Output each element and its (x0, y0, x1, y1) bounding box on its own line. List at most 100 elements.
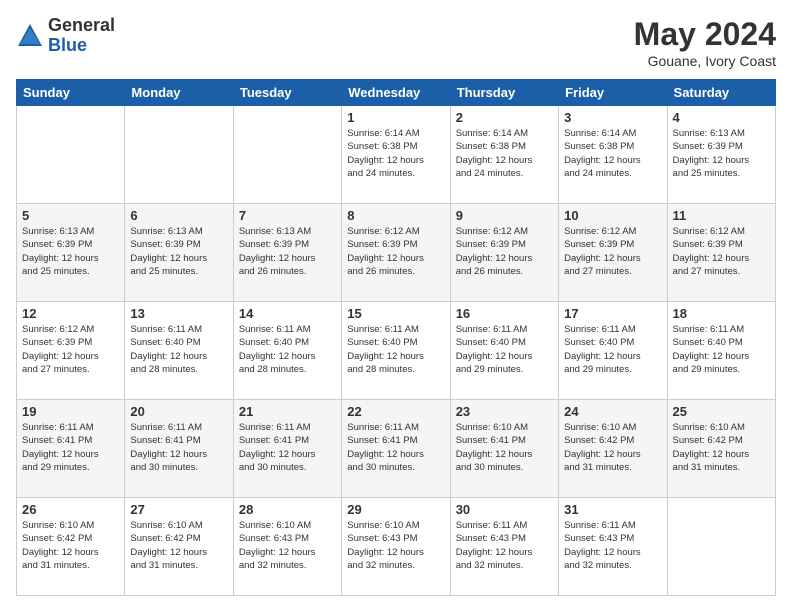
table-row: 2 Sunrise: 6:14 AM Sunset: 6:38 PM Daylig… (450, 106, 558, 204)
day-number: 7 (239, 208, 336, 223)
col-sunday: Sunday (17, 80, 125, 106)
table-row: 15Sunrise: 6:11 AM Sunset: 6:40 PM Dayli… (342, 302, 450, 400)
day-info: Sunrise: 6:12 AM Sunset: 6:39 PM Dayligh… (347, 225, 444, 278)
table-row: 9 Sunrise: 6:12 AM Sunset: 6:39 PM Daylig… (450, 204, 558, 302)
table-row: 7Sunrise: 6:13 AM Sunset: 6:39 PM Daylig… (233, 204, 341, 302)
day-info: Sunrise: 6:10 AM Sunset: 6:41 PM Dayligh… (456, 421, 553, 474)
day-info: Sunrise: 6:12 AM Sunset: 6:39 PM Dayligh… (564, 225, 661, 278)
col-saturday: Saturday (667, 80, 775, 106)
day-number: 11 (673, 208, 770, 223)
table-row: 12 Sunrise: 6:12 AM Sunset: 6:39 PM Dayli… (17, 302, 125, 400)
day-number: 27 (130, 502, 227, 517)
table-row: 10Sunrise: 6:12 AM Sunset: 6:39 PM Dayli… (559, 204, 667, 302)
day-info: Sunrise: 6:13 AM Sunset: 6:39 PM Dayligh… (130, 225, 227, 278)
day-info: Sunrise: 6:11 AM Sunset: 6:40 PM Dayligh… (564, 323, 661, 376)
day-number: 12 (22, 306, 119, 321)
day-number: 2 (456, 110, 553, 125)
day-number: 23 (456, 404, 553, 419)
table-row: 28Sunrise: 6:10 AM Sunset: 6:43 PM Dayli… (233, 498, 341, 596)
day-number: 8 (347, 208, 444, 223)
day-number: 4 (673, 110, 770, 125)
day-info: Sunrise: 6:12 AM Sunset: 6:39 PM Dayligh… (22, 323, 119, 376)
table-row: 25Sunrise: 6:10 AM Sunset: 6:42 PM Dayli… (667, 400, 775, 498)
day-number: 18 (673, 306, 770, 321)
col-tuesday: Tuesday (233, 80, 341, 106)
day-info: Sunrise: 6:14 AM Sunset: 6:38 PM Dayligh… (564, 127, 661, 180)
day-info: Sunrise: 6:11 AM Sunset: 6:43 PM Dayligh… (456, 519, 553, 572)
table-row: 22Sunrise: 6:11 AM Sunset: 6:41 PM Dayli… (342, 400, 450, 498)
day-info: Sunrise: 6:11 AM Sunset: 6:43 PM Dayligh… (564, 519, 661, 572)
day-number: 19 (22, 404, 119, 419)
table-row: 14Sunrise: 6:11 AM Sunset: 6:40 PM Dayli… (233, 302, 341, 400)
day-info: Sunrise: 6:14 AM Sunset: 6:38 PM Dayligh… (456, 127, 553, 180)
sub-title: Gouane, Ivory Coast (634, 53, 776, 69)
logo-icon (16, 22, 44, 50)
day-number: 25 (673, 404, 770, 419)
day-number: 30 (456, 502, 553, 517)
day-number: 26 (22, 502, 119, 517)
day-info: Sunrise: 6:11 AM Sunset: 6:40 PM Dayligh… (456, 323, 553, 376)
table-row: 6 Sunrise: 6:13 AM Sunset: 6:39 PM Daylig… (125, 204, 233, 302)
logo-blue-text: Blue (48, 36, 115, 56)
calendar-week-row: 12 Sunrise: 6:12 AM Sunset: 6:39 PM Dayli… (17, 302, 776, 400)
calendar-week-row: 19 Sunrise: 6:11 AM Sunset: 6:41 PM Dayli… (17, 400, 776, 498)
day-number: 9 (456, 208, 553, 223)
day-number: 28 (239, 502, 336, 517)
table-row: 17Sunrise: 6:11 AM Sunset: 6:40 PM Dayli… (559, 302, 667, 400)
col-thursday: Thursday (450, 80, 558, 106)
table-row (667, 498, 775, 596)
table-row: 27 Sunrise: 6:10 AM Sunset: 6:42 PM Dayli… (125, 498, 233, 596)
day-info: Sunrise: 6:11 AM Sunset: 6:40 PM Dayligh… (239, 323, 336, 376)
table-row: 23 Sunrise: 6:10 AM Sunset: 6:41 PM Dayli… (450, 400, 558, 498)
day-number: 6 (130, 208, 227, 223)
day-number: 21 (239, 404, 336, 419)
day-info: Sunrise: 6:11 AM Sunset: 6:41 PM Dayligh… (130, 421, 227, 474)
table-row (17, 106, 125, 204)
table-row: 5 Sunrise: 6:13 AM Sunset: 6:39 PM Daylig… (17, 204, 125, 302)
table-row: 8 Sunrise: 6:12 AM Sunset: 6:39 PM Daylig… (342, 204, 450, 302)
day-info: Sunrise: 6:12 AM Sunset: 6:39 PM Dayligh… (456, 225, 553, 278)
logo: General Blue (16, 16, 115, 56)
header: General Blue May 2024 Gouane, Ivory Coas… (16, 16, 776, 69)
table-row: 26Sunrise: 6:10 AM Sunset: 6:42 PM Dayli… (17, 498, 125, 596)
day-number: 15 (347, 306, 444, 321)
day-info: Sunrise: 6:10 AM Sunset: 6:43 PM Dayligh… (347, 519, 444, 572)
day-info: Sunrise: 6:13 AM Sunset: 6:39 PM Dayligh… (22, 225, 119, 278)
day-number: 3 (564, 110, 661, 125)
logo-text: General Blue (48, 16, 115, 56)
table-row: 11 Sunrise: 6:12 AM Sunset: 6:39 PM Dayli… (667, 204, 775, 302)
day-number: 24 (564, 404, 661, 419)
day-number: 13 (130, 306, 227, 321)
day-info: Sunrise: 6:12 AM Sunset: 6:39 PM Dayligh… (673, 225, 770, 278)
table-row: 20Sunrise: 6:11 AM Sunset: 6:41 PM Dayli… (125, 400, 233, 498)
calendar-table: Sunday Monday Tuesday Wednesday Thursday… (16, 79, 776, 596)
day-info: Sunrise: 6:11 AM Sunset: 6:40 PM Dayligh… (130, 323, 227, 376)
day-info: Sunrise: 6:13 AM Sunset: 6:39 PM Dayligh… (673, 127, 770, 180)
table-row: 13 Sunrise: 6:11 AM Sunset: 6:40 PM Dayli… (125, 302, 233, 400)
table-row: 3 Sunrise: 6:14 AM Sunset: 6:38 PM Daylig… (559, 106, 667, 204)
col-monday: Monday (125, 80, 233, 106)
day-number: 29 (347, 502, 444, 517)
day-info: Sunrise: 6:11 AM Sunset: 6:41 PM Dayligh… (22, 421, 119, 474)
day-info: Sunrise: 6:10 AM Sunset: 6:42 PM Dayligh… (130, 519, 227, 572)
col-wednesday: Wednesday (342, 80, 450, 106)
day-info: Sunrise: 6:11 AM Sunset: 6:40 PM Dayligh… (673, 323, 770, 376)
page: General Blue May 2024 Gouane, Ivory Coas… (0, 0, 792, 612)
day-info: Sunrise: 6:11 AM Sunset: 6:41 PM Dayligh… (347, 421, 444, 474)
table-row: 29 Sunrise: 6:10 AM Sunset: 6:43 PM Dayli… (342, 498, 450, 596)
table-row: 4 Sunrise: 6:13 AM Sunset: 6:39 PM Daylig… (667, 106, 775, 204)
table-row (233, 106, 341, 204)
calendar-week-row: 26 Sunrise: 6:10 AM Sunset: 6:42 PM Dayli… (17, 498, 776, 596)
day-number: 31 (564, 502, 661, 517)
table-row: 1Sunrise: 6:14 AM Sunset: 6:38 PM Daylig… (342, 106, 450, 204)
table-row: 19 Sunrise: 6:11 AM Sunset: 6:41 PM Dayli… (17, 400, 125, 498)
day-info: Sunrise: 6:10 AM Sunset: 6:42 PM Dayligh… (564, 421, 661, 474)
main-title: May 2024 (634, 16, 776, 53)
table-row: 31 Sunrise: 6:11 AM Sunset: 6:43 PM Dayli… (559, 498, 667, 596)
calendar-header-row: Sunday Monday Tuesday Wednesday Thursday… (17, 80, 776, 106)
day-number: 5 (22, 208, 119, 223)
calendar-week-row: 5 Sunrise: 6:13 AM Sunset: 6:39 PM Daylig… (17, 204, 776, 302)
day-number: 16 (456, 306, 553, 321)
table-row: 24 Sunrise: 6:10 AM Sunset: 6:42 PM Dayli… (559, 400, 667, 498)
day-info: Sunrise: 6:14 AM Sunset: 6:38 PM Dayligh… (347, 127, 444, 180)
